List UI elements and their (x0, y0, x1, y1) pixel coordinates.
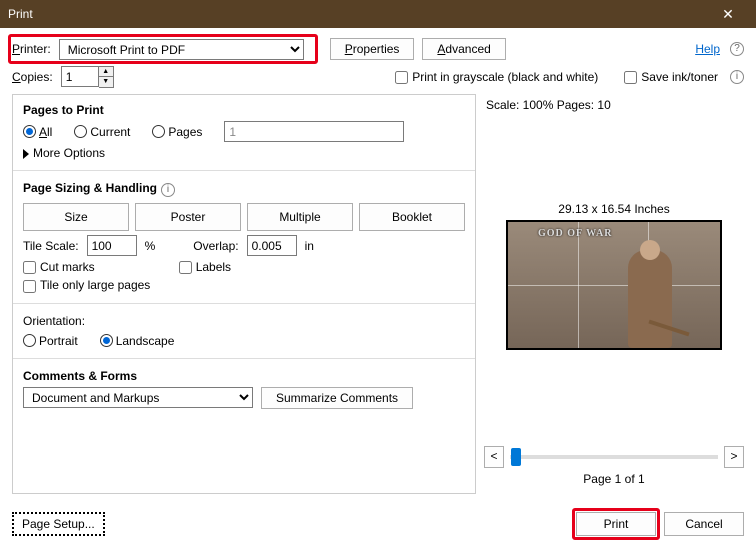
radio-icon (100, 334, 113, 347)
print-button[interactable]: Print (576, 512, 656, 536)
close-icon[interactable]: ✕ (708, 6, 748, 23)
prev-page-button[interactable]: < (484, 446, 504, 468)
chevron-down-icon[interactable]: ▼ (99, 77, 113, 87)
chevron-up-icon[interactable]: ▲ (99, 67, 113, 77)
pages-range-input[interactable] (224, 121, 404, 142)
divider (13, 303, 475, 304)
preview-thumbnail: GOD OF WAR (506, 220, 722, 350)
tile-scale-label: Tile Scale: (23, 239, 79, 253)
triangle-right-icon (23, 149, 29, 159)
main-area: Pages to Print All Current Pages More Op… (12, 94, 744, 494)
copies-spinner[interactable]: ▲▼ (61, 66, 114, 88)
printer-row: Printer: Microsoft Print to PDF Properti… (12, 38, 744, 60)
page-indicator: Page 1 of 1 (484, 472, 744, 486)
preview-scale-pages: Scale: 100% Pages: 10 (486, 98, 744, 112)
slider-thumb[interactable] (511, 448, 521, 466)
radio-current[interactable]: Current (74, 125, 130, 139)
labels-checkbox[interactable]: Labels (179, 260, 231, 274)
poster-button[interactable]: Poster (135, 203, 241, 231)
preview-panel: Scale: 100% Pages: 10 29.13 x 16.54 Inch… (484, 94, 744, 494)
highlight-print: Print (576, 512, 656, 536)
next-page-button[interactable]: > (724, 446, 744, 468)
footer: Page Setup... Print Cancel (0, 504, 756, 546)
radio-icon (74, 125, 87, 138)
tile-scale-input[interactable] (87, 235, 137, 256)
titlebar: Print ✕ (0, 0, 756, 28)
multiple-button[interactable]: Multiple (247, 203, 353, 231)
left-panel: Pages to Print All Current Pages More Op… (12, 94, 476, 494)
overlap-input[interactable] (247, 235, 297, 256)
percent-label: % (145, 239, 156, 253)
radio-icon (23, 125, 36, 138)
booklet-button[interactable]: Booklet (359, 203, 465, 231)
size-button[interactable]: Size (23, 203, 129, 231)
print-dialog: Print ✕ Printer: Microsoft Print to PDF … (0, 0, 756, 546)
radio-landscape[interactable]: Landscape (100, 334, 175, 348)
printer-label: Printer: (12, 42, 51, 56)
forms-title: Comments & Forms (23, 369, 465, 383)
help-icon[interactable]: ? (730, 42, 744, 56)
preview-content-logo: GOD OF WAR (538, 228, 612, 239)
forms-select[interactable]: Document and Markups (23, 387, 253, 408)
divider (13, 358, 475, 359)
cut-marks-checkbox[interactable]: Cut marks (23, 260, 95, 274)
orientation-title: Orientation: (23, 314, 465, 328)
help-link[interactable]: Help (695, 42, 720, 56)
save-ink-checkbox[interactable]: Save ink/toner (624, 70, 718, 84)
page-setup-button[interactable]: Page Setup... (12, 512, 105, 536)
info-icon[interactable]: i (730, 70, 744, 84)
divider (13, 170, 475, 171)
window-title: Print (8, 7, 708, 21)
overlap-unit: in (305, 239, 314, 253)
preview-nav: < > (484, 446, 744, 468)
page-slider[interactable] (510, 455, 718, 459)
copies-label: Copies: (12, 70, 53, 84)
sizing-title: Page Sizing & Handling (23, 181, 157, 195)
copies-row: Copies: ▲▼ Print in grayscale (black and… (12, 66, 744, 88)
forms-section: Comments & Forms Document and Markups Su… (23, 369, 465, 409)
pages-title: Pages to Print (23, 103, 465, 117)
copies-input[interactable] (61, 66, 99, 87)
cancel-button[interactable]: Cancel (664, 512, 744, 536)
tile-large-checkbox[interactable]: Tile only large pages (23, 278, 150, 292)
info-icon[interactable]: i (161, 183, 175, 197)
radio-portrait[interactable]: Portrait (23, 334, 78, 348)
radio-all[interactable]: All (23, 125, 52, 139)
sizing-section: Page Sizing & Handling i Size Poster Mult… (23, 181, 465, 293)
pages-to-print-section: Pages to Print All Current Pages More Op… (23, 103, 465, 160)
orientation-section: Orientation: Portrait Landscape (23, 314, 465, 348)
summarize-button[interactable]: Summarize Comments (261, 387, 413, 409)
preview-dimensions: 29.13 x 16.54 Inches (484, 202, 744, 216)
dialog-content: Printer: Microsoft Print to PDF Properti… (0, 28, 756, 504)
preview-figure (628, 250, 672, 348)
overlap-label: Overlap: (193, 239, 238, 253)
radio-icon (23, 334, 36, 347)
more-options-toggle[interactable]: More Options (23, 146, 465, 160)
properties-button[interactable]: Properties (330, 38, 415, 60)
radio-icon (152, 125, 165, 138)
advanced-button[interactable]: Advanced (422, 38, 505, 60)
radio-pages[interactable]: Pages (152, 125, 202, 139)
spinner-buttons[interactable]: ▲▼ (99, 66, 114, 88)
grayscale-checkbox[interactable]: Print in grayscale (black and white) (395, 70, 598, 84)
printer-select[interactable]: Microsoft Print to PDF (59, 39, 304, 60)
